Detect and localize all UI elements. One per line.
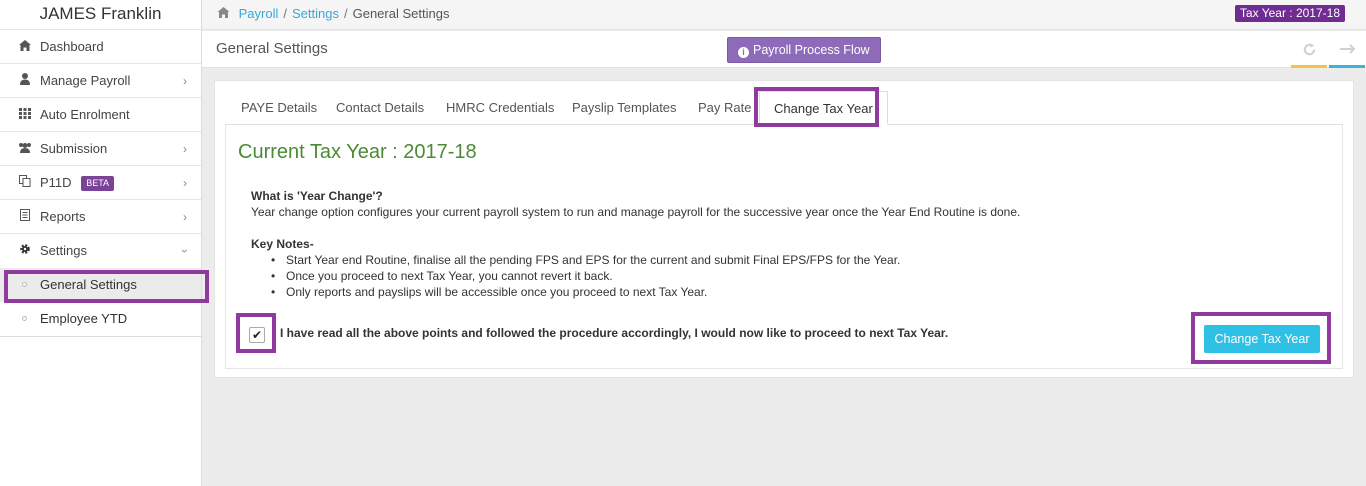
tab-paye-details[interactable]: PAYE Details [241, 91, 317, 125]
key-notes-list: Start Year end Routine, finalise all the… [251, 252, 900, 300]
sidebar-item-label: Submission [40, 141, 108, 156]
chevron-right-icon: › [183, 210, 187, 224]
key-notes-heading: Key Notes- [251, 237, 314, 251]
breadcrumb-settings[interactable]: Settings [292, 6, 339, 21]
chevron-right-icon: › [183, 74, 187, 88]
bullet-dot [22, 316, 27, 321]
user-name: JAMES Franklin [0, 0, 201, 30]
home-icon [18, 30, 32, 64]
sidebar-item-label: Reports [40, 209, 86, 224]
current-tax-year-heading: Current Tax Year : 2017-18 [238, 141, 477, 163]
user-icon [18, 64, 32, 98]
breadcrumb: Payroll / Settings / General Settings [217, 0, 449, 28]
breadcrumb-separator: / [283, 6, 287, 21]
flow-button-label: Payroll Process Flow [753, 43, 870, 57]
tab-contact-details[interactable]: Contact Details [336, 91, 424, 125]
tab-bar: PAYE Details Contact Details HMRC Creden… [225, 91, 1343, 125]
change-button-highlight: Change Tax Year [1191, 312, 1331, 364]
agree-label: I have read all the above points and fol… [280, 326, 949, 340]
file-icon [18, 200, 32, 234]
payroll-process-flow-button[interactable]: i Payroll Process Flow [727, 37, 881, 63]
sidebar-item-dashboard[interactable]: Dashboard [0, 30, 201, 64]
list-item: Start Year end Routine, finalise all the… [271, 252, 900, 268]
sidebar-item-general-settings[interactable]: General Settings [0, 268, 201, 302]
key-notes-section: Key Notes- Start Year end Routine, final… [251, 236, 900, 300]
swap-arrows-icon[interactable] [1329, 31, 1365, 68]
sidebar-item-label: P11D [40, 175, 72, 190]
sidebar: JAMES Franklin Dashboard Manage Payroll … [0, 0, 202, 486]
sidebar-item-employee-ytd[interactable]: Employee YTD [0, 302, 201, 336]
breadcrumb-current: General Settings [352, 6, 450, 21]
sidebar-item-label: Manage Payroll [40, 73, 131, 88]
sidebar-item-label: General Settings [40, 277, 137, 292]
check-icon: ✔ [251, 328, 263, 342]
breadcrumb-separator: / [343, 6, 348, 21]
info-icon: i [738, 47, 749, 58]
refresh-icon[interactable] [1291, 31, 1327, 68]
tab-payslip-templates[interactable]: Payslip Templates [572, 91, 677, 125]
grid-icon [18, 98, 32, 132]
page-title: General Settings [216, 40, 328, 57]
sidebar-item-reports[interactable]: Reports › [0, 200, 201, 234]
breadcrumb-payroll[interactable]: Payroll [239, 6, 279, 21]
sidebar-item-auto-enrolment[interactable]: Auto Enrolment [0, 98, 201, 132]
topbar: Payroll / Settings / General Settings Tax Ye… [202, 0, 1366, 30]
what-text: Year change option configures your curre… [251, 205, 1021, 219]
tab-pay-rate[interactable]: Pay Rate [698, 91, 751, 125]
list-item: Once you proceed to next Tax Year, you c… [271, 268, 900, 284]
checkbox-highlight: ✔ [236, 313, 276, 353]
beta-badge: BETA [81, 176, 115, 191]
what-heading: What is 'Year Change'? [251, 189, 383, 203]
agree-checkbox[interactable]: ✔ [249, 327, 265, 343]
home-icon[interactable] [217, 6, 234, 21]
settings-submenu: General Settings Employee YTD [0, 268, 201, 337]
users-icon [18, 132, 32, 166]
copy-icon [18, 166, 32, 200]
list-item: Only reports and payslips will be access… [271, 284, 900, 300]
sidebar-item-label: Settings [40, 243, 87, 258]
settings-card: PAYE Details Contact Details HMRC Creden… [214, 80, 1354, 378]
sidebar-item-settings[interactable]: Settings › [0, 234, 201, 268]
tab-hmrc-credentials[interactable]: HMRC Credentials [446, 91, 554, 125]
chevron-right-icon: › [183, 142, 187, 156]
chevron-down-icon: › [178, 249, 192, 253]
year-change-section: What is 'Year Change'? Year change optio… [251, 188, 1020, 220]
gear-icon [18, 234, 32, 268]
tab-change-tax-year[interactable]: Change Tax Year [759, 91, 888, 125]
sidebar-item-submission[interactable]: Submission › [0, 132, 201, 166]
tab-content: Current Tax Year : 2017-18 What is 'Year… [225, 125, 1343, 369]
sidebar-item-p11d[interactable]: P11D BETA › [0, 166, 201, 200]
tax-year-badge: Tax Year : 2017-18 [1234, 5, 1345, 22]
agree-row: ✔ I have read all the above points and f… [236, 313, 976, 353]
sidebar-item-label: Auto Enrolment [40, 107, 130, 122]
bullet-dot [22, 282, 27, 287]
chevron-right-icon: › [183, 176, 187, 190]
change-tax-year-button[interactable]: Change Tax Year [1204, 325, 1320, 353]
sidebar-item-label: Employee YTD [40, 311, 128, 326]
sidebar-nav: Dashboard Manage Payroll › Auto Enrolmen… [0, 30, 201, 268]
page-header: General Settings i Payroll Process Flow [202, 31, 1366, 68]
sidebar-item-manage-payroll[interactable]: Manage Payroll › [0, 64, 201, 98]
sidebar-item-label: Dashboard [40, 39, 104, 54]
